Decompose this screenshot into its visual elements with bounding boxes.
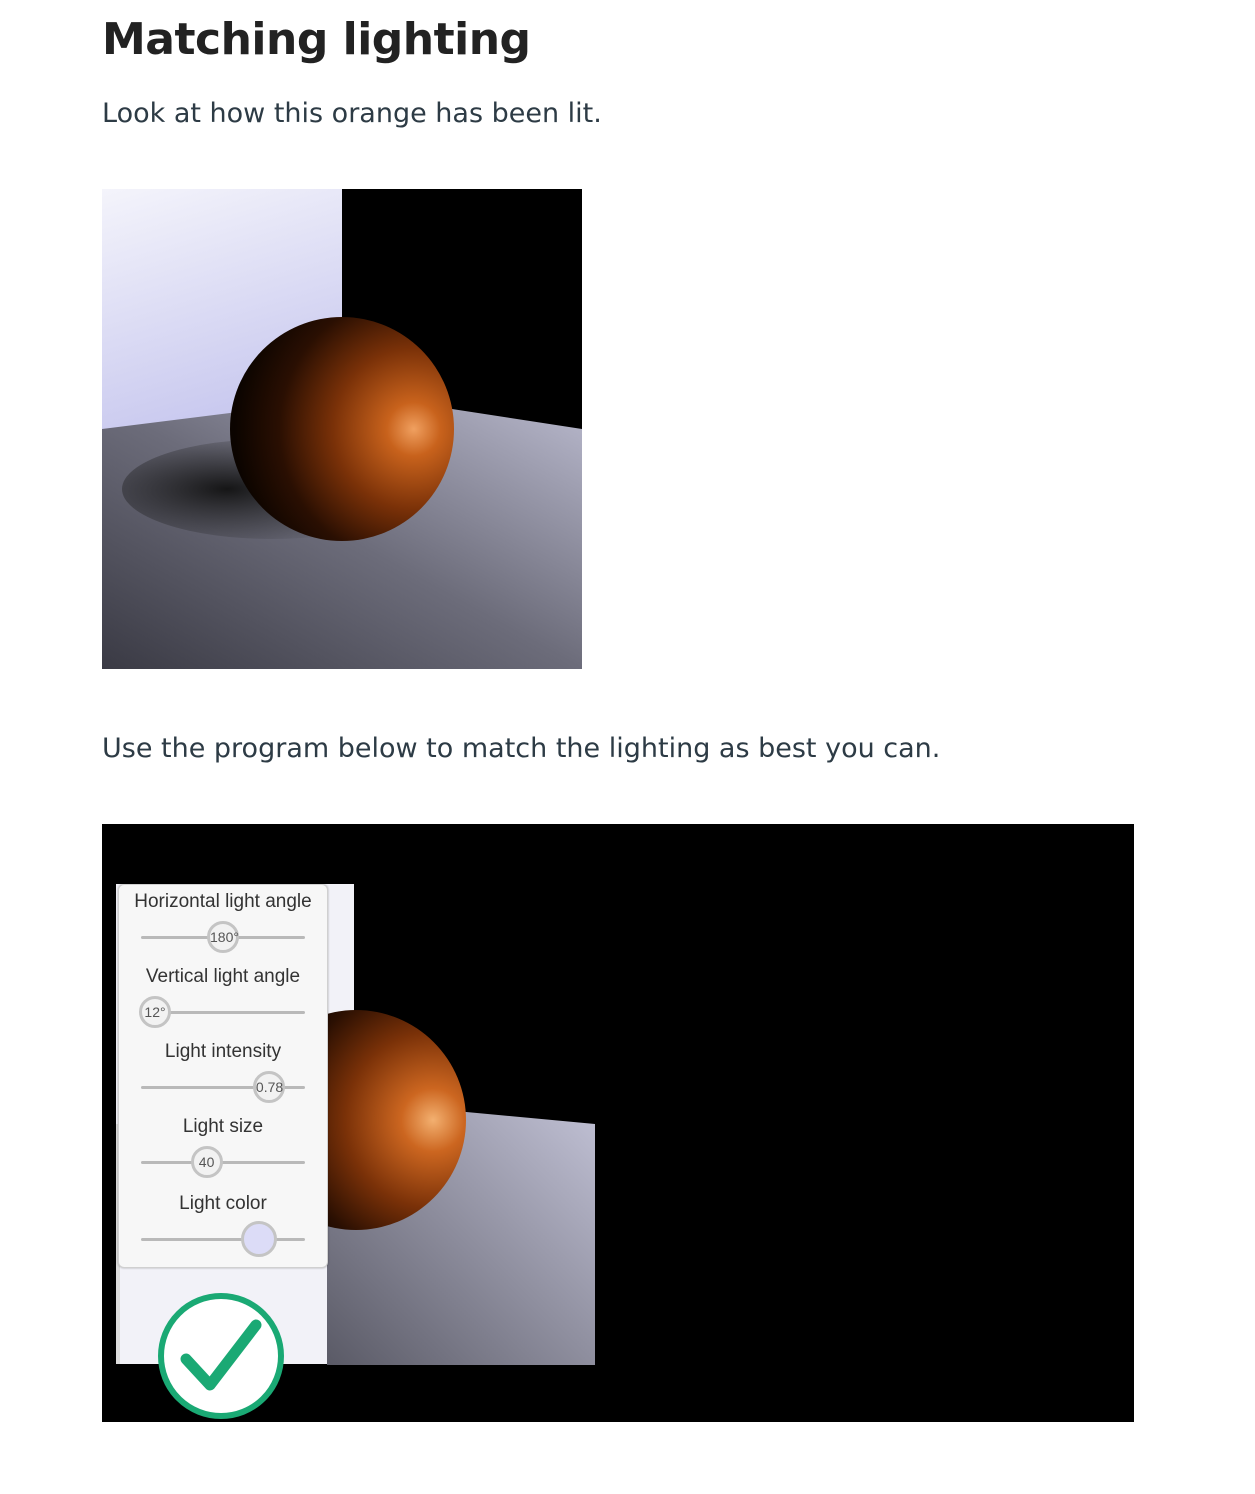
control-horizontal-light-angle: Horizontal light angle 180° xyxy=(119,891,327,961)
slider-track[interactable] xyxy=(141,1161,305,1164)
control-label: Light intensity xyxy=(164,1041,282,1062)
instruction-text: Use the program below to match the light… xyxy=(102,733,941,764)
page-title: Matching lighting xyxy=(102,14,531,65)
control-label: Light color xyxy=(179,1193,267,1214)
light-controls-panel: Horizontal light angle 180° Vertical light… xyxy=(118,884,328,1268)
submit-check-button[interactable] xyxy=(158,1293,284,1419)
control-vertical-light-angle: Vertical light angle 12° xyxy=(119,966,327,1036)
control-label: Horizontal light angle xyxy=(134,891,312,912)
slider-knob[interactable]: 12° xyxy=(139,996,171,1028)
control-label: Vertical light angle xyxy=(145,966,301,987)
reference-render-image xyxy=(102,189,582,669)
slider-knob[interactable]: 180° xyxy=(207,921,239,953)
slider-knob[interactable] xyxy=(241,1221,278,1257)
control-label: Light size xyxy=(182,1116,264,1137)
slider-track[interactable] xyxy=(141,1238,305,1241)
slider-knob[interactable]: 40 xyxy=(190,1146,223,1178)
control-light-size: Light size 40 xyxy=(119,1116,327,1186)
check-icon xyxy=(180,1319,262,1391)
intro-text: Look at how this orange has been lit. xyxy=(102,98,602,129)
control-light-intensity: Light intensity 0.78 xyxy=(119,1041,327,1111)
slider-knob[interactable]: 0.78 xyxy=(252,1071,285,1103)
lighting-program[interactable]: Horizontal light angle 180° Vertical light… xyxy=(102,824,1134,1422)
control-light-color: Light color xyxy=(119,1193,327,1263)
